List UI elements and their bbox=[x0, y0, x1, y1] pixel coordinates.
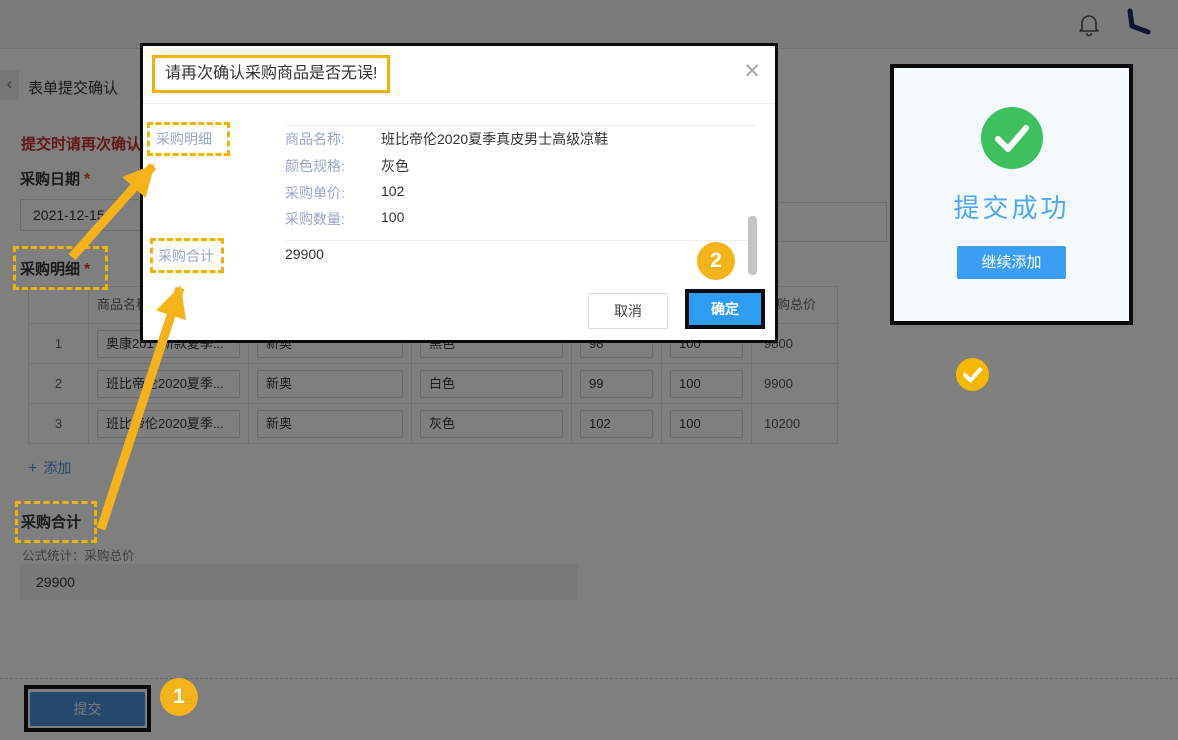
cancel-button[interactable]: 取消 bbox=[588, 293, 668, 329]
annotation-step-badge-2: 2 bbox=[697, 242, 735, 280]
annotation-dashed-box-total-label bbox=[15, 501, 97, 543]
modal-field-label: 采购数量: bbox=[285, 209, 345, 229]
modal-title: 请再次确认采购商品是否无误! bbox=[152, 55, 390, 93]
screen: ‹ 表单提交确认 提交时请再次确认 采购日期* 2021-12-15 采购明细*… bbox=[0, 0, 1178, 740]
annotation-step-badge-1: 1 bbox=[160, 678, 198, 716]
modal-field-value: 班比帝伦2020夏季真皮男士高级凉鞋 bbox=[381, 129, 608, 149]
modal-field-value: 灰色 bbox=[381, 156, 409, 176]
annotation-highlight-confirm: 确定 bbox=[685, 289, 765, 329]
modal-field-label: 商品名称: bbox=[285, 129, 345, 149]
modal-field-label: 颜色规格: bbox=[285, 156, 345, 176]
continue-add-button[interactable]: 继续添加 bbox=[957, 246, 1066, 279]
close-icon[interactable]: ✕ bbox=[743, 61, 761, 83]
modal-section-divider bbox=[285, 125, 757, 126]
modal-field-value: 102 bbox=[381, 183, 404, 199]
modal-header-divider bbox=[143, 103, 775, 104]
success-title: 提交成功 bbox=[894, 188, 1129, 225]
modal-field-value: 100 bbox=[381, 209, 404, 225]
confirm-button[interactable]: 确定 bbox=[689, 293, 761, 325]
success-card: 提交成功 继续添加 bbox=[890, 64, 1133, 325]
success-check-badge-icon bbox=[955, 357, 990, 392]
modal-total-value: 29900 bbox=[285, 246, 324, 262]
modal-total-section-label: 采购合计 bbox=[158, 246, 214, 266]
modal-field-label: 采购单价: bbox=[285, 183, 345, 203]
confirm-modal: 请再次确认采购商品是否无误! ✕ 采购明细 商品名称: 班比帝伦2020夏季真皮… bbox=[140, 43, 778, 343]
annotation-dashed-box-detail-label bbox=[13, 246, 108, 290]
modal-detail-section-label: 采购明细 bbox=[156, 129, 212, 149]
success-check-icon bbox=[981, 107, 1043, 169]
modal-scrollbar-thumb[interactable] bbox=[748, 216, 757, 275]
modal-section-divider bbox=[285, 240, 757, 241]
annotation-highlight-submit bbox=[24, 685, 151, 732]
